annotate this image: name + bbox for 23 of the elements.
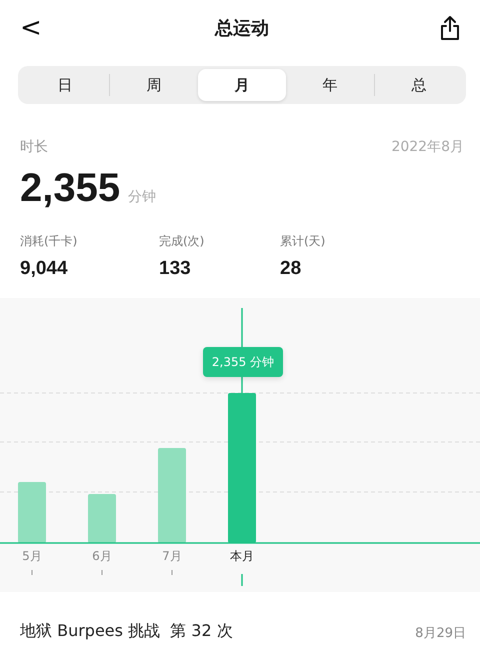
- metric-label: 时长: [20, 138, 48, 156]
- value-tooltip: 2,355 分钟: [203, 347, 283, 377]
- period-tab[interactable]: 年: [286, 69, 374, 101]
- period-tab[interactable]: 月: [198, 69, 286, 101]
- total-value: 2,355: [20, 166, 120, 211]
- page-title: 总运动: [214, 17, 269, 40]
- stat-value: 133: [159, 258, 192, 280]
- month-label: 本月: [229, 548, 255, 565]
- stat-value: 28: [280, 258, 302, 280]
- month-label: 7月: [161, 548, 183, 565]
- back-button[interactable]: <: [16, 13, 46, 43]
- stat-label: 累计(天): [280, 233, 326, 250]
- month-label: 6月: [91, 548, 113, 565]
- period-label: 2022年8月: [391, 138, 464, 156]
- period-tab[interactable]: 日: [21, 69, 109, 101]
- unit-label: 分钟: [128, 188, 156, 206]
- stat-label: 消耗(千卡): [20, 233, 78, 250]
- stat-value: 9,044: [20, 258, 69, 280]
- period-tab[interactable]: 总: [374, 74, 463, 96]
- month-label: 5月: [21, 548, 43, 565]
- workout-title: 地狱 Burpees 挑战 第 32 次: [20, 621, 233, 642]
- workout-date: 8月29日: [415, 625, 466, 642]
- stat-label: 完成(次): [159, 233, 206, 250]
